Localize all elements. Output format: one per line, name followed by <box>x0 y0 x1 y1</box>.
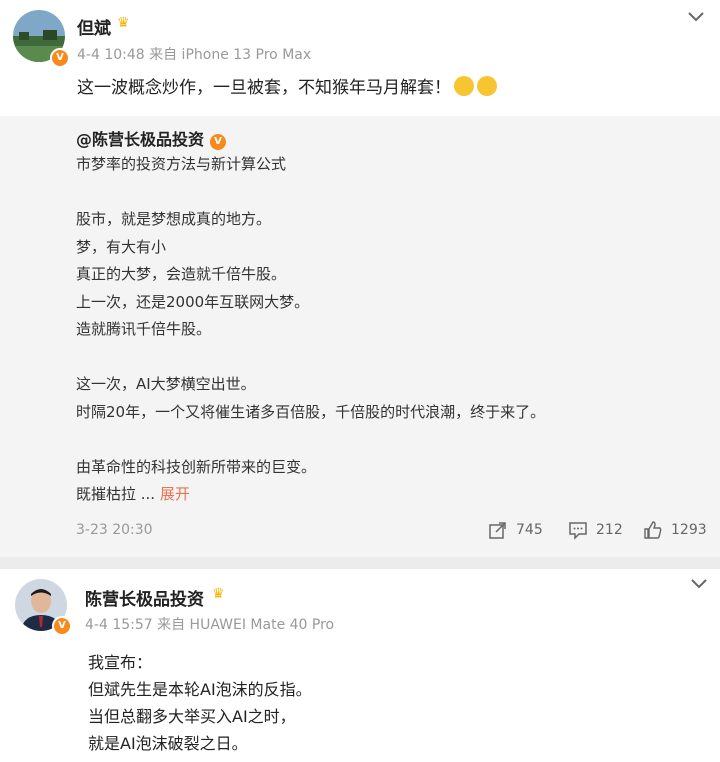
post-divider <box>0 557 720 569</box>
expand-link[interactable]: 展开 <box>160 485 190 503</box>
repost-time: 3-23 20:30 <box>76 522 153 538</box>
comment-count: 212 <box>596 522 623 538</box>
repost-body: 市梦率的投资方法与新计算公式 股市，就是梦想成真的地方。 梦，有大有小 真正的大… <box>76 151 545 509</box>
repost-line: 由革命性的科技创新所带来的巨变。 <box>76 457 317 476</box>
verified-badge-icon: V <box>50 48 70 68</box>
post-text: 这一波概念炒作，一旦被套，不知猴年马月解套！ <box>77 75 497 102</box>
crown-icon: ♛ <box>212 586 225 602</box>
repost-line: 梦，有大有小 <box>76 237 167 256</box>
post-meta: 4-4 10:48 来自 iPhone 13 Pro Max <box>77 47 312 63</box>
chevron-down-icon[interactable] <box>690 578 708 590</box>
repost-count: 745 <box>516 522 543 538</box>
post-line: 但斌先生是本轮AI泡沫的反指。 <box>88 680 312 699</box>
verified-badge-icon: V <box>52 616 72 636</box>
repost-count-button[interactable]: 745 <box>488 520 543 540</box>
doge-emoji-icon <box>454 76 474 96</box>
post-text-content: 这一波概念炒作，一旦被套，不知猴年马月解套！ <box>77 78 451 98</box>
repost-line-last: 既摧枯拉 ... 展开 <box>76 481 545 509</box>
verified-badge-icon: V <box>210 134 227 150</box>
post-meta: 4-4 15:57 来自 HUAWEI Mate 40 Pro <box>85 617 335 633</box>
repost-line: 上一次，还是2000年互联网大梦。 <box>76 292 310 311</box>
crown-icon: ♛ <box>117 15 130 31</box>
post-line: 当但总翻多大举买入AI之时， <box>88 707 296 726</box>
repost-line <box>76 426 545 454</box>
repost-line: 真正的大梦，会造就千倍牛股。 <box>76 265 287 283</box>
post-text: 我宣布： 但斌先生是本轮AI泡沫的反指。 当但总翻多大举买入AI之时， 就是AI… <box>88 649 312 757</box>
post-line: 就是AI泡沫破裂之日。 <box>88 734 248 753</box>
repost-line: 这一次，AI大梦横空出世。 <box>76 375 256 393</box>
repost-line: 造就腾讯千倍牛股。 <box>76 320 212 338</box>
chevron-down-icon[interactable] <box>687 11 705 23</box>
post-line: 我宣布： <box>88 653 153 672</box>
like-count: 1293 <box>671 522 707 538</box>
repost-line <box>76 344 545 372</box>
comment-count-button[interactable]: 212 <box>568 520 623 540</box>
repost-line: 市梦率的投资方法与新计算公式 <box>76 155 287 173</box>
repost-line: 股市，就是梦想成真的地方。 <box>76 210 272 228</box>
like-count-button[interactable]: 1293 <box>643 520 707 540</box>
truncated-text: 既摧枯拉 ... <box>76 485 156 503</box>
thumbs-up-icon <box>644 521 662 539</box>
repost-author[interactable]: @陈营长极品投资 V <box>76 126 227 150</box>
post-card-1: V 但斌 ♛ 4-4 10:48 来自 iPhone 13 Pro Max 这一… <box>0 0 720 116</box>
author-name[interactable]: 但斌 <box>77 14 111 39</box>
repost-author-name[interactable]: @陈营长极品投资 <box>76 130 204 149</box>
facepalm-emoji-icon <box>477 76 497 96</box>
repost-line: 时隔20年，一个又将催生诸多百倍股，千倍股的时代浪潮，终于来了。 <box>76 402 546 421</box>
comment-icon <box>569 522 587 540</box>
share-icon <box>489 522 506 539</box>
author-name[interactable]: 陈营长极品投资 <box>85 585 204 610</box>
repost-line <box>76 179 545 207</box>
